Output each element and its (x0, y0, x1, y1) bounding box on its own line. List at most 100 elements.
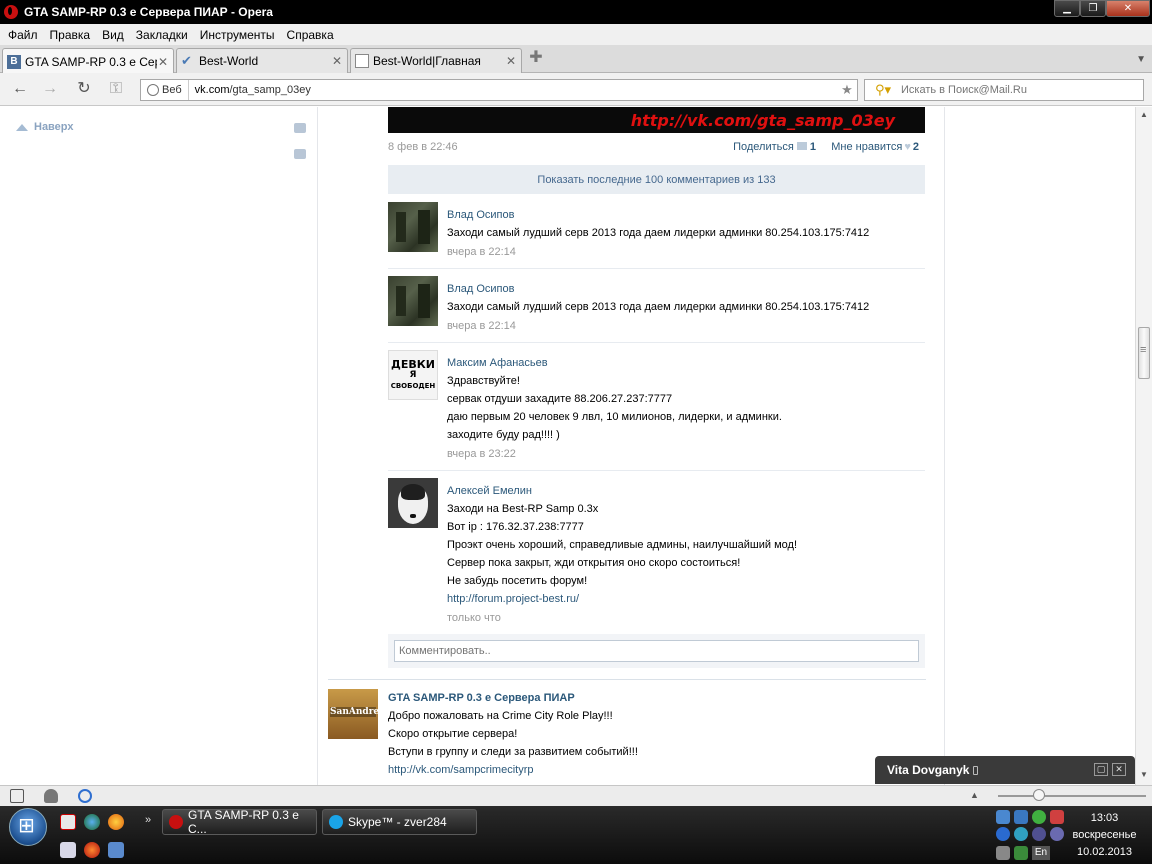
menu-edit[interactable]: Правка (44, 28, 97, 42)
comment-link[interactable]: http://forum.project-best.ru/ (447, 590, 917, 608)
globe-quicklaunch-icon[interactable] (84, 814, 100, 830)
reload-icon[interactable]: ↻ (74, 80, 94, 100)
forward-arrow-icon[interactable]: → (40, 80, 60, 100)
bluetooth-tray-icon[interactable] (996, 827, 1010, 841)
tab-menu-chevron-icon[interactable]: ▼ (1136, 54, 1146, 65)
avatar[interactable] (388, 276, 438, 326)
like-button[interactable]: Мне нравится (831, 141, 902, 153)
tab-close-icon[interactable]: ✕ (157, 55, 169, 69)
comment-author[interactable]: Влад Осипов (447, 280, 917, 298)
avatar[interactable] (388, 202, 438, 252)
window-titlebar: GTA SAMP-RP 0.3 e Сервера ПИАР - Opera ▁… (0, 0, 1152, 24)
app-quicklaunch-icon[interactable] (108, 814, 124, 830)
menu-view[interactable]: Вид (96, 28, 130, 42)
chat-expand-icon[interactable]: ▢ (1094, 763, 1108, 776)
key-icon[interactable]: ⚿ (106, 80, 126, 100)
panel-toggle-icon[interactable] (10, 789, 24, 803)
avatar-text: СВОБОДЕН (390, 381, 436, 390)
comment-text: Заходи самый лудший серв 2013 года даем … (447, 227, 870, 239)
avatar[interactable] (388, 478, 438, 528)
url-text[interactable]: vk.com/gta_samp_03ey (189, 84, 837, 96)
comment-time[interactable]: только что (447, 608, 917, 628)
avatar[interactable]: ДЕВКИ Я СВОБОДЕН (388, 350, 438, 400)
battery-tray-icon[interactable] (1014, 846, 1028, 860)
minimize-icon[interactable]: ▁ (1054, 0, 1080, 17)
zoom-slider[interactable] (998, 795, 1146, 797)
volume-tray-icon[interactable] (996, 846, 1010, 860)
taskbar-item-opera[interactable]: GTA SAMP-RP 0.3 e C... (162, 808, 317, 836)
start-button[interactable] (9, 808, 47, 846)
sync-tray-icon[interactable] (1032, 827, 1046, 841)
comment-input[interactable] (394, 640, 919, 662)
search-engine-icon[interactable]: ⚲▾ (865, 82, 901, 98)
search-input[interactable] (901, 84, 1143, 96)
menu-bookmarks[interactable]: Закладки (130, 28, 194, 42)
zoom-slider-handle[interactable] (1033, 789, 1045, 801)
maximize-icon[interactable]: ❐ (1080, 0, 1106, 17)
up-arrow-icon (16, 123, 28, 131)
speed-dial-icon[interactable] (78, 789, 92, 803)
comment-author[interactable]: Максим Афанасьев (447, 354, 917, 372)
chat-close-icon[interactable]: ✕ (1112, 763, 1126, 776)
zoom-up-icon[interactable]: ▲ (970, 790, 979, 800)
menu-tools[interactable]: Инструменты (194, 28, 281, 42)
mobile-phone-icon (973, 765, 979, 775)
group-avatar[interactable]: SanAndreas (328, 689, 378, 739)
comment-text: Вот ip : 176.32.37.238:7777 (447, 521, 584, 533)
taskbar-item-skype[interactable]: Skype™ - zver284 (322, 809, 477, 835)
back-to-top-link[interactable]: Наверх (16, 121, 74, 133)
close-icon[interactable]: ✕ (1106, 0, 1150, 17)
tab-gta-samp[interactable]: В GTA SAMP-RP 0.3 е Сер... ✕ (2, 48, 174, 74)
comment-time[interactable]: вчера в 22:14 (447, 242, 917, 262)
scrollbar-thumb[interactable] (1138, 327, 1150, 379)
post-image[interactable]: http://vk.com/gta_samp_03ey (388, 107, 925, 133)
post-link[interactable]: http://vk.com/sampcrimecityrp (388, 761, 928, 779)
comment-text: заходите буду рад!!!! ) (447, 429, 560, 441)
new-tab-icon[interactable]: ✚ (528, 50, 544, 67)
monitor-tray-icon[interactable] (1014, 810, 1028, 824)
back-to-top-label: Наверх (34, 121, 74, 133)
search-box[interactable]: ⚲▾ (864, 79, 1144, 101)
tab-close-icon[interactable]: ✕ (331, 54, 343, 68)
taskbar-clock[interactable]: 13:03 воскресенье 10.02.2013 (1062, 810, 1147, 861)
menu-help[interactable]: Справка (281, 28, 340, 42)
shield-tray-icon[interactable] (1032, 810, 1046, 824)
window-quicklaunch-icon[interactable] (60, 842, 76, 858)
chat-popup[interactable]: Vita Dovganyk ▢ ✕ (875, 756, 1135, 784)
globe-tray-icon[interactable] (1014, 827, 1028, 841)
chat-bubble-icon[interactable] (294, 149, 306, 159)
vk-favicon-icon: В (7, 54, 21, 69)
bookmark-star-icon[interactable]: ★ (837, 82, 857, 98)
group-name-link[interactable]: GTA SAMP-RP 0.3 е Сервера ПИАР (388, 689, 928, 707)
scroll-up-icon[interactable]: ▲ (1136, 107, 1152, 123)
post-date[interactable]: 8 фев в 22:46 (388, 141, 458, 153)
taskbar-chevron-icon[interactable]: » (145, 814, 151, 826)
back-arrow-icon[interactable]: ← (10, 80, 30, 100)
tab-close-icon[interactable]: ✕ (505, 54, 517, 68)
document-quicklaunch-icon[interactable] (60, 814, 76, 830)
scroll-down-icon[interactable]: ▼ (1136, 767, 1152, 783)
windows-taskbar: » GTA SAMP-RP 0.3 e C... Skype™ - zver28… (0, 806, 1152, 864)
comment-author[interactable]: Алексей Емелин (447, 482, 917, 500)
tab-best-world-main[interactable]: Best-World|Главная ✕ (350, 48, 522, 73)
chrome-quicklaunch-icon[interactable] (84, 842, 100, 858)
left-column: Наверх (0, 107, 318, 785)
comment-author[interactable]: Влад Осипов (447, 206, 917, 224)
vertical-scrollbar[interactable]: ▲ ▼ (1135, 107, 1152, 785)
language-indicator[interactable]: En (1032, 846, 1050, 860)
comment-item: Влад Осипов Заходи самый лудший серв 201… (388, 202, 925, 269)
comment-time[interactable]: вчера в 23:22 (447, 444, 917, 464)
menu-file[interactable]: Файл (2, 28, 44, 42)
cloud-icon[interactable] (44, 789, 58, 803)
comment-form (388, 634, 925, 668)
mail-icon[interactable] (294, 123, 306, 133)
address-bar[interactable]: Веб vk.com/gta_samp_03ey ★ (140, 79, 858, 101)
comment-time[interactable]: вчера в 22:14 (447, 316, 917, 336)
network-tray-icon[interactable] (996, 810, 1010, 824)
web-badge[interactable]: Веб (141, 80, 189, 100)
show-all-comments-button[interactable]: Показать последние 100 комментариев из 1… (388, 165, 925, 194)
tab-best-world[interactable]: ✔ Best-World ✕ (176, 48, 348, 73)
share-button[interactable]: Поделиться (733, 141, 794, 153)
desktop-quicklaunch-icon[interactable] (108, 842, 124, 858)
address-toolbar: ← → ↻ ⚿ Веб vk.com/gta_samp_03ey ★ ⚲▾ (0, 73, 1152, 106)
